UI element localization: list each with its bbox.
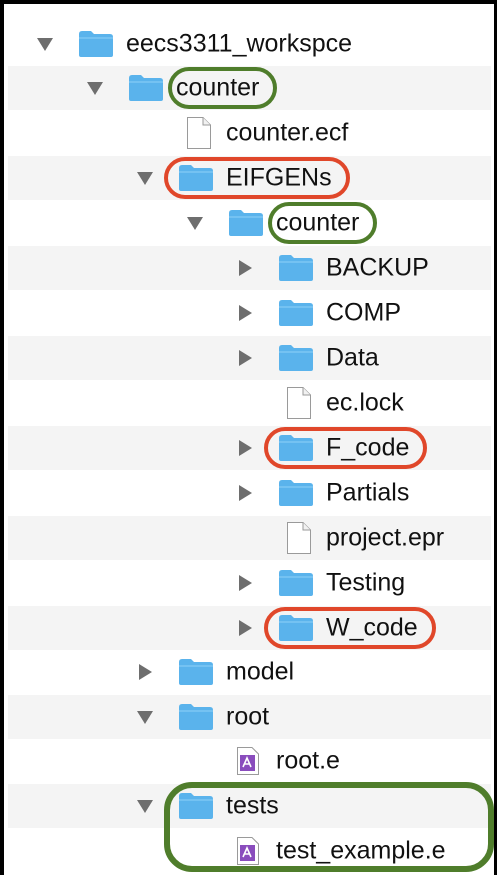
triangle-right-icon[interactable] xyxy=(236,484,254,502)
folder-icon xyxy=(278,344,314,372)
tree-item-comp[interactable]: COMP xyxy=(8,291,491,335)
tree-item-root-e[interactable]: root.e xyxy=(8,739,491,783)
triangle-down-icon[interactable] xyxy=(136,169,154,187)
tree-item-eifgens-counter[interactable]: counter xyxy=(8,201,491,245)
folder-icon xyxy=(278,254,314,282)
tree-item-label: counter xyxy=(276,208,360,237)
folder-icon xyxy=(278,479,314,507)
folder-icon xyxy=(178,164,214,192)
tree-item-label: counter.ecf xyxy=(226,118,349,147)
tree-item-label: model xyxy=(226,657,295,686)
tree-item-label: ec.lock xyxy=(326,388,404,417)
triangle-right-icon[interactable] xyxy=(236,349,254,367)
tree-item-testing[interactable]: Testing xyxy=(8,561,491,605)
tree-item-root[interactable]: root xyxy=(8,695,491,739)
folder-icon xyxy=(228,209,264,237)
tree-item-label: COMP xyxy=(326,298,401,327)
tree-item-model[interactable]: model xyxy=(8,650,491,694)
document-icon xyxy=(286,386,312,420)
folder-icon xyxy=(78,30,114,58)
tree-item-label: Data xyxy=(326,343,379,372)
tree-item-label: counter xyxy=(176,73,260,102)
tree-item-eifgens[interactable]: EIFGENs xyxy=(8,156,491,200)
triangle-down-icon[interactable] xyxy=(186,214,204,232)
triangle-down-icon[interactable] xyxy=(36,35,54,53)
tree-item-label: Testing xyxy=(326,568,406,597)
folder-icon xyxy=(178,703,214,731)
tree-item-test-example-e[interactable]: test_example.e xyxy=(8,829,491,873)
tree-item-label: BACKUP xyxy=(326,253,429,282)
tree-item-counter[interactable]: counter xyxy=(8,66,491,110)
document-icon xyxy=(186,116,212,150)
triangle-right-icon[interactable] xyxy=(236,439,254,457)
triangle-down-icon[interactable] xyxy=(136,797,154,815)
triangle-down-icon[interactable] xyxy=(86,79,104,97)
tree-item-label: root.e xyxy=(276,746,340,775)
folder-icon xyxy=(128,74,164,102)
folder-icon xyxy=(278,299,314,327)
eiffel-file-icon xyxy=(236,746,260,776)
tree-item-f-code[interactable]: F_code xyxy=(8,426,491,470)
tree-item-w-code[interactable]: W_code xyxy=(8,606,491,650)
folder-icon xyxy=(278,614,314,642)
triangle-right-icon[interactable] xyxy=(236,259,254,277)
document-icon xyxy=(286,521,312,555)
tree-item-label: Partials xyxy=(326,478,410,507)
file-tree-panel: eecs3311_workspcecounter counter.ecf EIFGE… xyxy=(0,0,497,875)
tree-item-ec-lock[interactable]: ec.lock xyxy=(8,381,491,425)
tree-item-label: F_code xyxy=(326,433,410,462)
folder-icon xyxy=(178,658,214,686)
tree-item-backup[interactable]: BACKUP xyxy=(8,246,491,290)
tree-item-label: EIFGENs xyxy=(226,163,332,192)
folder-icon xyxy=(278,569,314,597)
triangle-right-icon[interactable] xyxy=(236,574,254,592)
tree-item-counter-ecf[interactable]: counter.ecf xyxy=(8,111,491,155)
tree-item-label: project.epr xyxy=(326,523,445,552)
triangle-right-icon[interactable] xyxy=(236,304,254,322)
tree-item-eecs3311-workspace[interactable]: eecs3311_workspce xyxy=(8,22,491,66)
triangle-right-icon[interactable] xyxy=(236,619,254,637)
tree-item-label: root xyxy=(226,702,270,731)
eiffel-file-icon xyxy=(236,836,260,866)
folder-icon xyxy=(278,434,314,462)
tree-item-partials[interactable]: Partials xyxy=(8,471,491,515)
tree-item-data[interactable]: Data xyxy=(8,336,491,380)
tree-item-label: eecs3311_workspce xyxy=(126,29,353,58)
tree-item-tests[interactable]: tests xyxy=(8,784,491,828)
tree-item-label: test_example.e xyxy=(276,836,446,865)
tree-item-label: W_code xyxy=(326,613,418,642)
triangle-right-icon[interactable] xyxy=(136,663,154,681)
tree-item-project-epr[interactable]: project.epr xyxy=(8,516,491,560)
triangle-down-icon[interactable] xyxy=(136,708,154,726)
folder-icon xyxy=(178,792,214,820)
tree-item-label: tests xyxy=(226,791,279,820)
